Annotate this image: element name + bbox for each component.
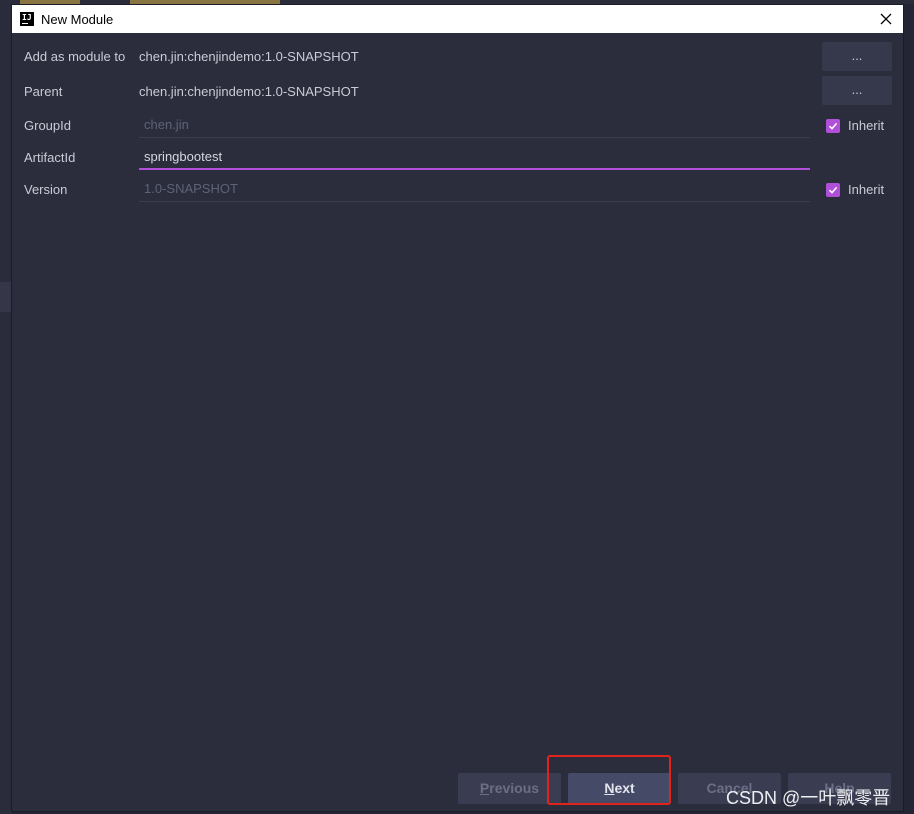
group-id-inherit-label: Inherit	[848, 118, 885, 133]
artifact-id-label: ArtifactId	[24, 150, 76, 165]
group-id-inherit-checkbox[interactable]: Inherit	[826, 118, 884, 133]
next-button[interactable]: Next	[568, 773, 671, 804]
version-label: Version	[24, 182, 68, 197]
artifact-id-input[interactable]: springbootest	[139, 144, 810, 170]
version-value: 1.0-SNAPSHOT	[144, 181, 238, 196]
intellij-app-icon: IJ	[20, 12, 34, 26]
close-button[interactable]	[869, 5, 903, 33]
parent-browse-button[interactable]: ...	[822, 76, 892, 105]
new-module-dialog: IJ New Module Add as module to chen.jin:…	[11, 4, 904, 812]
title-bar: IJ New Module	[12, 5, 903, 33]
version-field[interactable]: 1.0-SNAPSHOT	[139, 176, 810, 202]
checkmark-icon	[826, 118, 840, 133]
group-id-field[interactable]: chen.jin	[139, 112, 810, 138]
previous-button[interactable]: Previous	[458, 773, 561, 804]
checkmark-icon	[826, 182, 840, 197]
add-as-module-to-label: Add as module to	[24, 49, 126, 64]
close-icon	[880, 13, 892, 25]
version-inherit-label: Inherit	[848, 182, 885, 197]
parent-value: chen.jin:chenjindemo:1.0-SNAPSHOT	[139, 84, 359, 99]
add-as-module-to-value: chen.jin:chenjindemo:1.0-SNAPSHOT	[139, 49, 359, 64]
parent-label: Parent	[24, 84, 63, 99]
csdn-watermark: CSDN @一叶飘零晋	[726, 788, 891, 808]
group-id-label: GroupId	[24, 118, 71, 133]
add-as-module-browse-button[interactable]: ...	[822, 42, 892, 71]
group-id-value: chen.jin	[144, 117, 189, 132]
version-inherit-checkbox[interactable]: Inherit	[826, 182, 884, 197]
artifact-id-value: springbootest	[144, 149, 223, 164]
dialog-title: New Module	[41, 11, 114, 27]
